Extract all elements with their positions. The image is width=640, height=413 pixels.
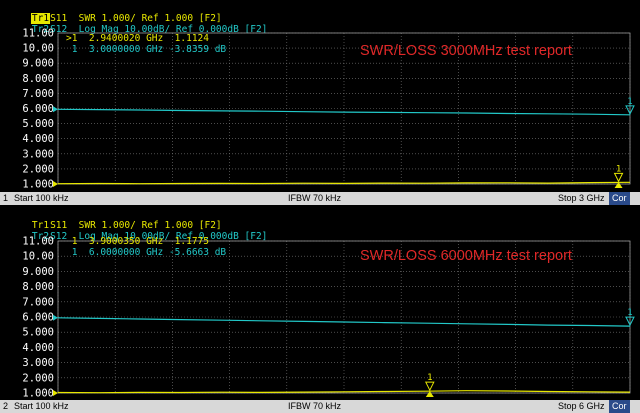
- correction-badge[interactable]: Cor: [609, 400, 630, 413]
- y-tick-label: 10.00: [22, 251, 54, 263]
- loss-marker-label: 1: [627, 308, 632, 318]
- y-tick-label: 11.00: [22, 28, 54, 40]
- loss-ref-arrow: [53, 106, 58, 113]
- marker-readout-loss: 1 6.0000000 GHz -5.6663 dB: [66, 247, 227, 258]
- y-tick-label: 4.000: [22, 133, 54, 145]
- y-tick-label: 3.000: [22, 357, 54, 369]
- y-tick-label: 2.000: [22, 372, 54, 384]
- marker-readout-swr: >1 2.9400020 GHz 1.1124: [66, 33, 209, 44]
- channel-number: 2: [3, 401, 9, 411]
- plot-area[interactable]: 11.00 10.00 9.000 8.000 7.000 6.000 5.000 4.000…: [0, 205, 640, 400]
- y-tick-label: 7.000: [22, 88, 54, 100]
- stop-frequency[interactable]: Stop 3 GHz: [558, 193, 605, 203]
- stop-frequency[interactable]: Stop 6 GHz: [558, 401, 605, 411]
- swr-marker-label: 1: [616, 164, 621, 174]
- plot-area[interactable]: 11.00 10.00 9.000 8.000 7.000 6.000 5.000 4.000…: [0, 0, 640, 192]
- marker-readout-loss: 1 3.0000000 GHz -3.8359 dB: [66, 44, 227, 55]
- y-tick-label: 4.000: [22, 342, 54, 354]
- status-bar: 1 Start 100 kHz IFBW 70 kHz Stop 3 GHz C…: [0, 192, 640, 205]
- y-tick-label: 8.000: [22, 281, 54, 293]
- y-tick-label: 6.000: [22, 103, 54, 115]
- channel-1-panel: Tr1S11 SWR 1.000/ Ref 1.000 [F2] Tr2S12 …: [0, 0, 640, 205]
- marker-readout-swr: 1 3.9000350 GHz 1.1775: [66, 236, 209, 247]
- swr-ref-arrow: [53, 390, 58, 396]
- swr-ref-arrow: [53, 181, 58, 187]
- y-tick-label: 11.00: [22, 236, 54, 248]
- start-frequency[interactable]: Start 100 kHz: [14, 401, 69, 411]
- ifbw-setting[interactable]: IFBW 70 kHz: [288, 193, 341, 203]
- swr-marker-stimulus: [425, 391, 434, 397]
- status-bar: 2 Start 100 kHz IFBW 70 kHz Stop 6 GHz C…: [0, 400, 640, 413]
- y-tick-label: 9.000: [22, 266, 54, 278]
- start-frequency[interactable]: Start 100 kHz: [14, 193, 69, 203]
- y-tick-label: 3.000: [22, 148, 54, 160]
- loss-ref-arrow: [53, 314, 58, 321]
- y-tick-label: 10.00: [22, 43, 54, 55]
- y-tick-label: 2.000: [22, 163, 54, 175]
- loss-marker-label: 1: [627, 97, 632, 107]
- y-tick-label: 5.000: [22, 327, 54, 339]
- swr-trace: [57, 181, 631, 185]
- y-tick-label: 1.000: [22, 388, 54, 400]
- channel-number: 1: [3, 193, 9, 203]
- y-tick-label: 1.000: [22, 179, 54, 191]
- report-title: SWR/LOSS 6000MHz test report: [360, 248, 572, 264]
- swr-marker: [613, 172, 624, 183]
- channel-2-panel: Tr1S11 SWR 1.000/ Ref 1.000 [F2] Tr2S12 …: [0, 205, 640, 413]
- y-tick-label: 7.000: [22, 296, 54, 308]
- y-tick-label: 9.000: [22, 58, 54, 70]
- correction-badge[interactable]: Cor: [609, 192, 630, 205]
- ifbw-setting[interactable]: IFBW 70 kHz: [288, 401, 341, 411]
- swr-marker: [424, 381, 435, 392]
- y-tick-label: 5.000: [22, 118, 54, 130]
- report-title: SWR/LOSS 3000MHz test report: [360, 43, 572, 59]
- loss-trace: [57, 108, 631, 116]
- swr-marker-label: 1: [427, 373, 432, 383]
- y-tick-label: 8.000: [22, 73, 54, 85]
- y-tick-label: 6.000: [22, 312, 54, 324]
